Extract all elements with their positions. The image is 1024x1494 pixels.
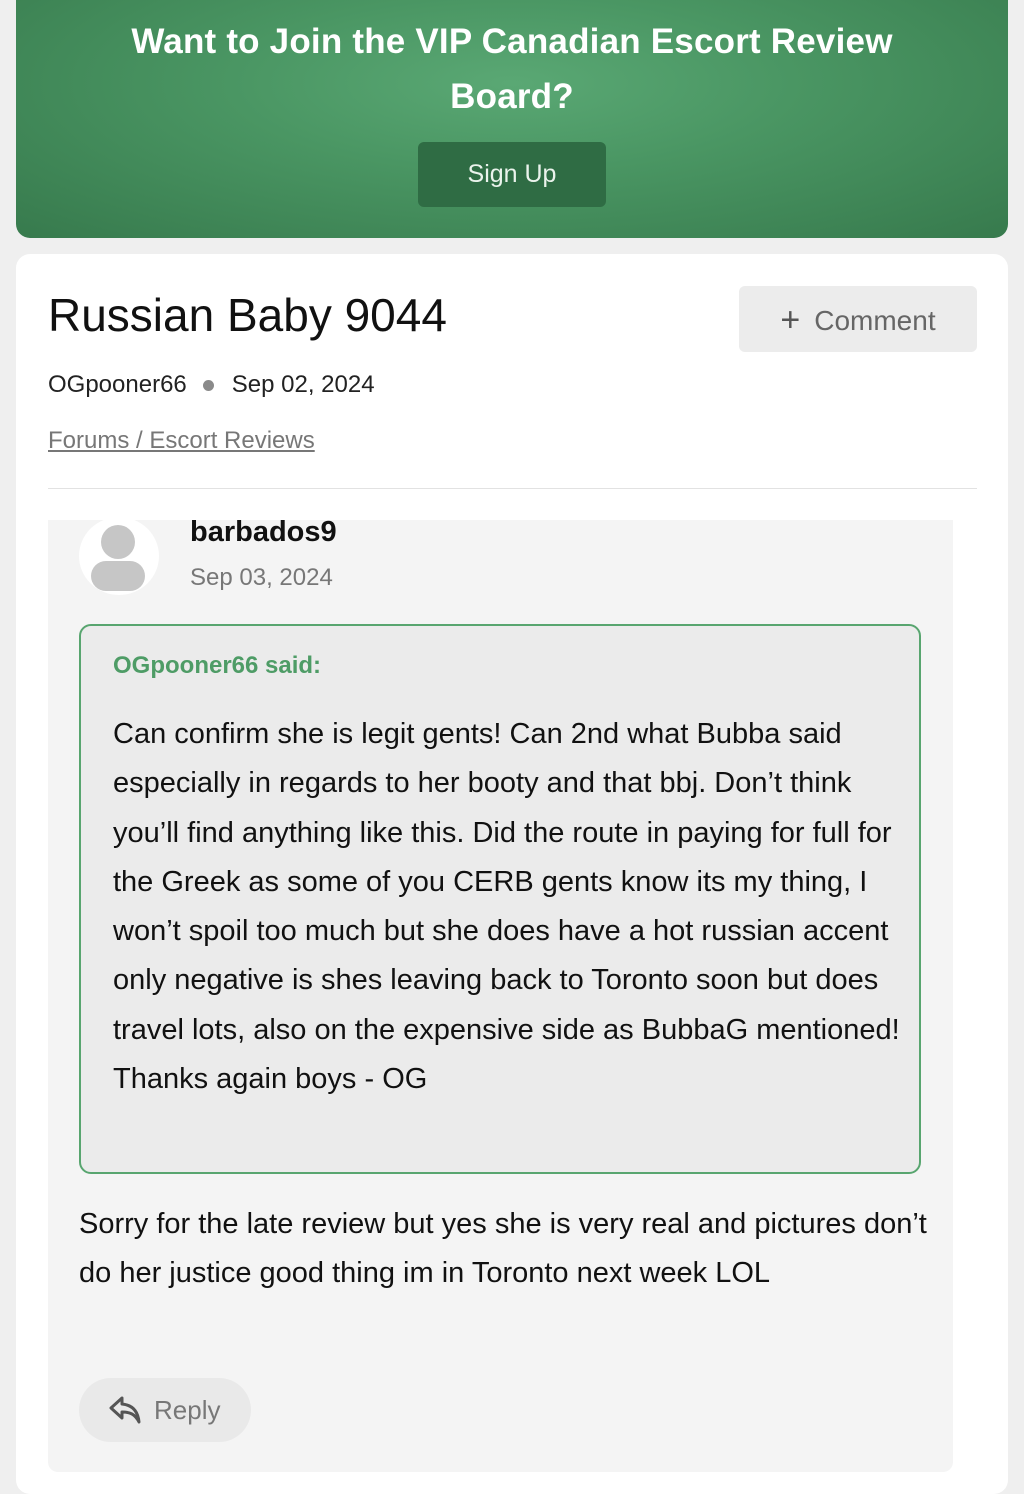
thread-title: Russian Baby 9044 — [48, 289, 447, 341]
thread-meta: OGpooner66 Sep 02, 2024 — [48, 371, 375, 399]
thread-date: Sep 02, 2024 — [231, 371, 375, 398]
thread-card: Russian Baby 9044 + Comment OGpooner66 Se… — [16, 254, 1008, 1494]
comment-button[interactable]: + Comment — [739, 286, 977, 352]
banner-title: Want to Join the VIP Canadian Escort Rev… — [131, 22, 893, 116]
divider — [48, 488, 977, 489]
quote-block: OGpooner66 said: Can confirm she is legi… — [79, 624, 921, 1174]
quote-author[interactable]: OGpooner66 said: — [113, 652, 321, 680]
reply-label: Reply — [154, 1395, 221, 1425]
breadcrumb[interactable]: Forums / Escort Reviews — [48, 427, 315, 455]
meta-separator-dot — [202, 379, 214, 391]
reply-button[interactable]: Reply — [79, 1378, 251, 1442]
signup-banner: Want to Join the VIP Canadian Escort Rev… — [16, 0, 1008, 238]
avatar-body — [91, 561, 145, 591]
default-user-avatar-icon[interactable] — [79, 517, 159, 595]
post: barbados9 Sep 03, 2024 OGpooner66 said: … — [48, 516, 953, 1472]
post-author[interactable]: barbados9 — [190, 516, 337, 549]
post-date: Sep 03, 2024 — [190, 564, 333, 591]
thread-author[interactable]: OGpooner66 — [48, 371, 187, 399]
comment-button-label: Comment — [814, 305, 936, 336]
sign-up-button[interactable]: Sign Up — [418, 142, 606, 207]
avatar-head — [101, 525, 135, 559]
plus-icon: + — [780, 301, 801, 339]
quote-text: Can confirm she is legit gents! Can 2nd … — [113, 718, 900, 1096]
post-body: Sorry for the late review but yes she is… — [79, 1208, 927, 1290]
reply-arrow-icon — [109, 1396, 141, 1424]
